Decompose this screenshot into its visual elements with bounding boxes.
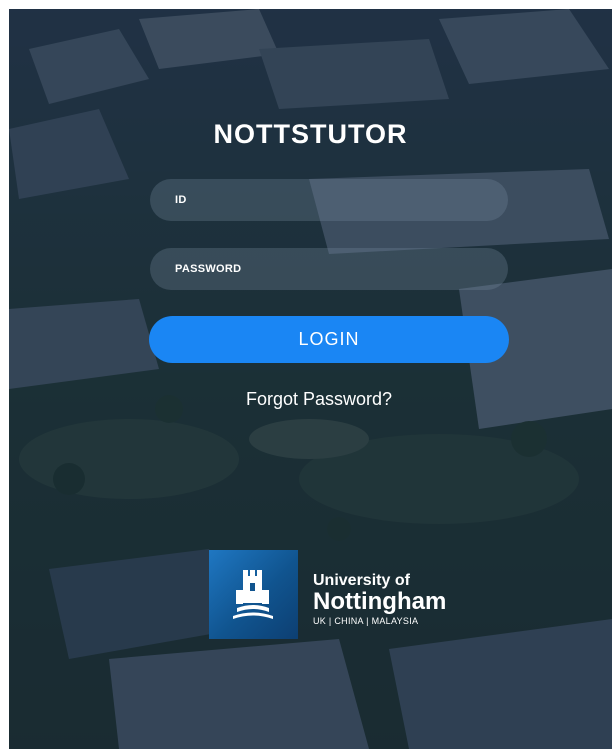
app-title: NOTTSTUTOR [213, 119, 408, 149]
logo-line-university-of: University of [313, 572, 410, 589]
password-input[interactable]: PASSWORD [150, 248, 508, 290]
logo-line-campuses: UK | CHINA | MALAYSIA [313, 616, 419, 626]
logo-wordmark: University of Nottingham UK | CHINA | MA… [313, 573, 446, 628]
login-screen: NOTTSTUTOR ID PASSWORD LOGIN Forgot Pass… [9, 9, 612, 749]
id-input[interactable]: ID [150, 179, 508, 221]
id-placeholder: ID [175, 194, 187, 206]
university-logo: University of Nottingham UK | CHINA | MA… [209, 550, 459, 640]
castle-crest-icon [209, 550, 298, 639]
forgot-password-link[interactable]: Forgot Password? [9, 389, 612, 410]
password-placeholder: PASSWORD [175, 263, 242, 275]
logo-line-nottingham: Nottingham [313, 588, 447, 615]
login-button[interactable]: LOGIN [149, 316, 509, 363]
